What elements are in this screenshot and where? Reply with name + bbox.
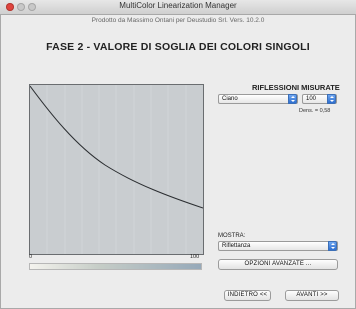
axis-min-label: 0	[29, 254, 33, 260]
axis-max-label: 100	[190, 254, 200, 260]
measured-reflections-label: RIFLESSIONI MISURATE	[252, 83, 340, 92]
app-window: MultiColor Linearization Manager Prodott…	[0, 0, 356, 309]
display-select[interactable]: Riflettanza	[218, 241, 338, 251]
window-title: MultiColor Linearization Manager	[119, 1, 237, 10]
select-arrows-icon	[327, 94, 336, 104]
reflectance-curve	[30, 85, 203, 209]
select-arrows-icon	[288, 94, 297, 104]
select-arrows-icon	[328, 241, 337, 251]
density-readout: Dens. = 0,58	[299, 108, 331, 114]
color-select[interactable]: Ciano	[218, 94, 298, 104]
title-bar: MultiColor Linearization Manager	[0, 0, 356, 15]
color-select-value: Ciano	[222, 96, 238, 102]
linearization-graph	[29, 84, 204, 255]
display-select-value: Riflettanza	[222, 243, 251, 249]
graph-canvas	[30, 85, 203, 254]
tone-gradient-bar	[29, 263, 202, 270]
phase-title: FASE 2 - VALORE DI SOGLIA DEI COLORI SIN…	[46, 41, 310, 53]
value-select[interactable]: 100	[302, 94, 337, 104]
graph-gridlines	[46, 85, 187, 254]
back-button[interactable]: INDIETRO <<	[224, 290, 271, 301]
next-button[interactable]: AVANTI >>	[285, 290, 339, 301]
display-label: MOSTRA:	[218, 233, 246, 239]
advanced-options-button[interactable]: OPZIONI AVANZATE ...	[218, 259, 338, 270]
value-select-value: 100	[306, 96, 317, 102]
product-credit: Prodotto da Massimo Ontani per Deustudio…	[91, 17, 265, 24]
